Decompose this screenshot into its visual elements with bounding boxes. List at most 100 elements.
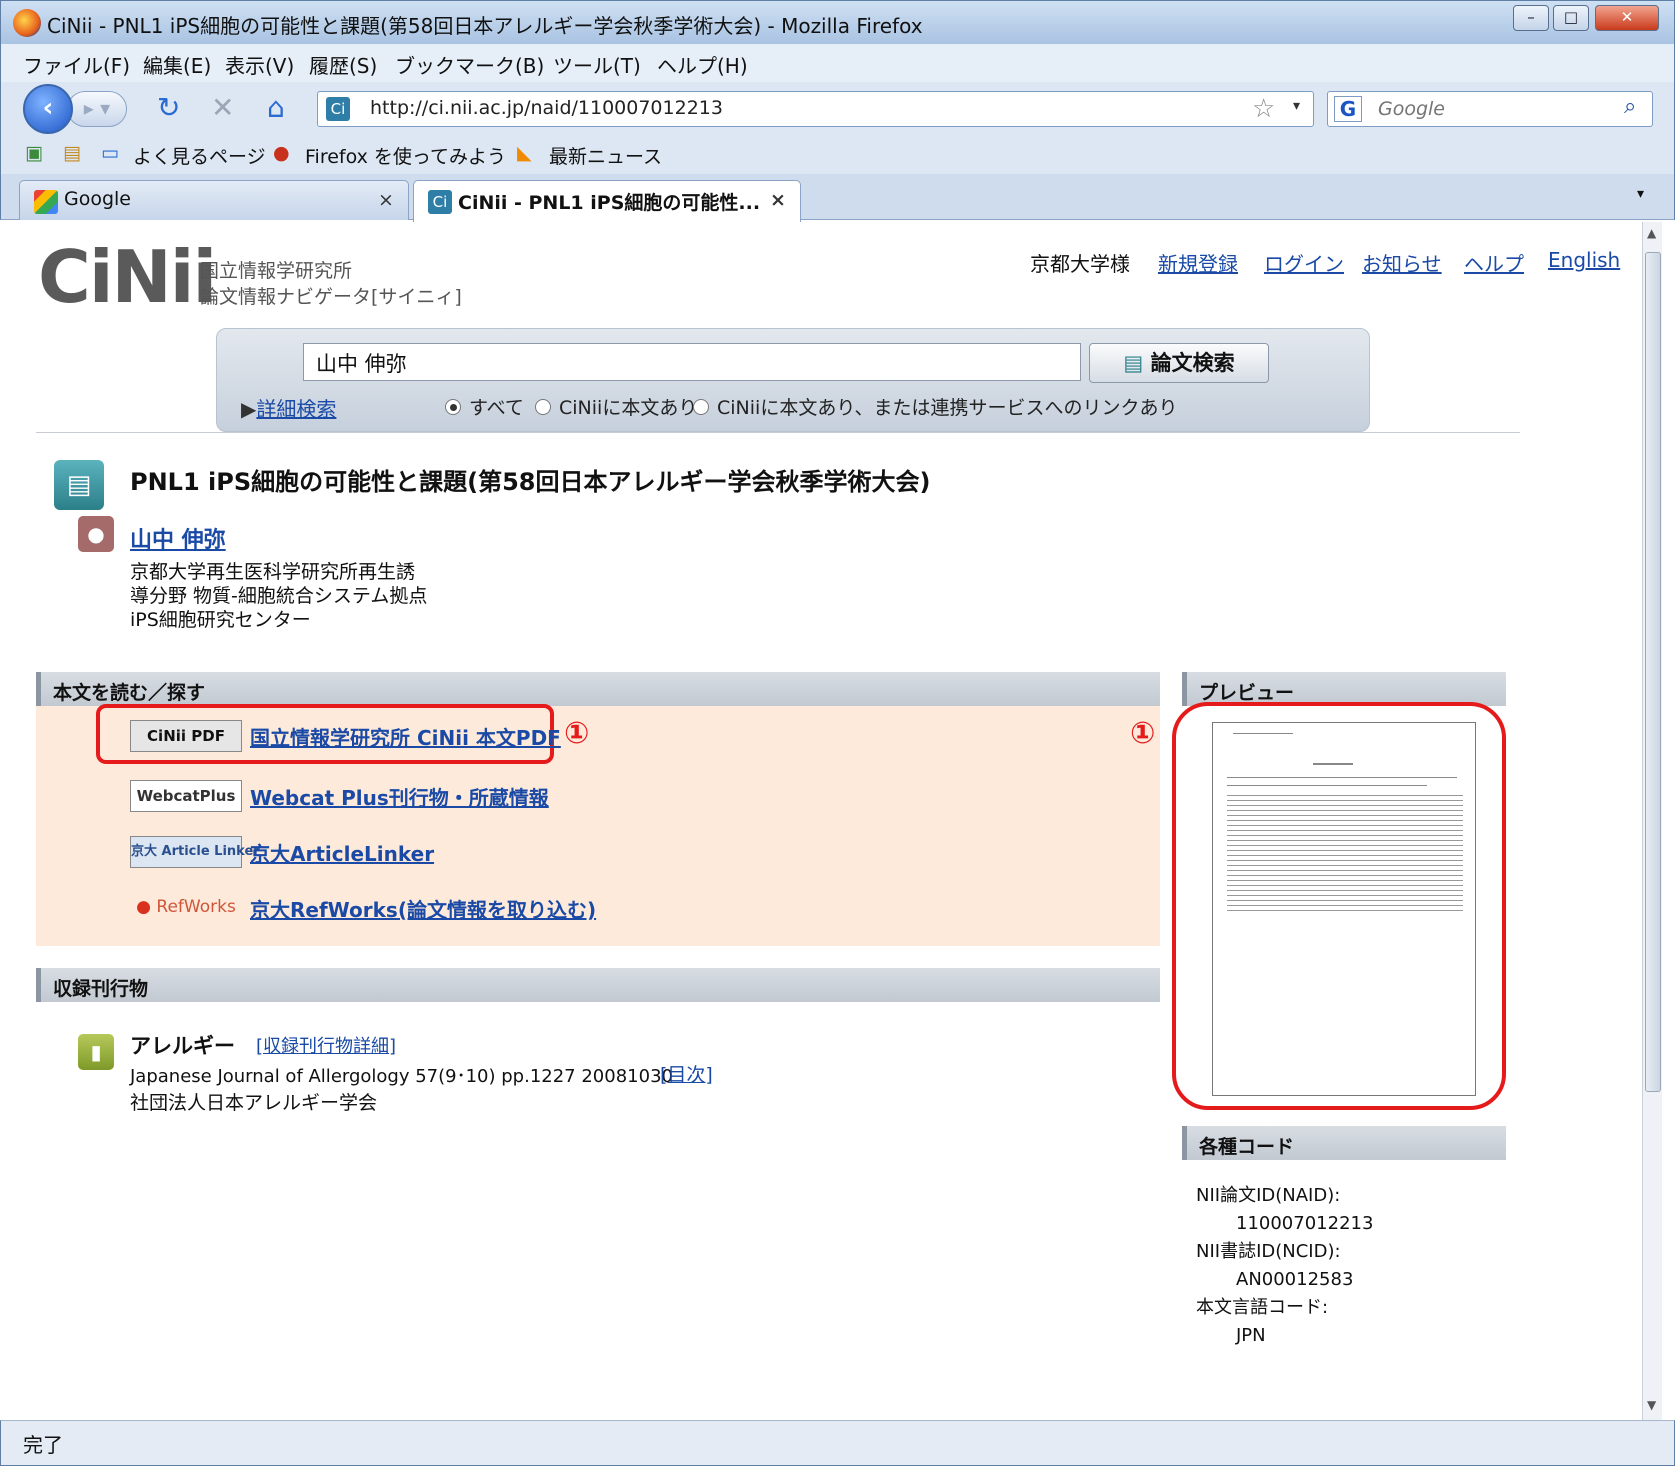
navigation-toolbar: ▸ ▾ ‹ ↻ ✕ ⌂ Ci http://ci.nii.ac.jp/naid/… bbox=[0, 82, 1675, 134]
journal-citation: Japanese Journal of Allergology 57(9･10)… bbox=[130, 1066, 673, 1087]
help-link[interactable]: ヘルプ bbox=[1464, 248, 1524, 277]
radio-icon[interactable] bbox=[535, 398, 551, 415]
scroll-thumb[interactable] bbox=[1645, 252, 1661, 1092]
cinii-logo[interactable]: CiNii bbox=[38, 241, 217, 313]
webcat-link[interactable]: Webcat Plus刊行物・所蔵情報 bbox=[250, 782, 549, 811]
article-title: PNL1 iPS細胞の可能性と課題(第58回日本アレルギー学会秋季学術大会) bbox=[130, 468, 931, 496]
register-link[interactable]: 新規登録 bbox=[1158, 248, 1238, 277]
advanced-search[interactable]: ▶詳細検索 bbox=[241, 393, 336, 422]
cinii-pdf-badge[interactable]: CiNii PDF bbox=[130, 720, 242, 752]
bookmark-most-visited[interactable]: よく見るページ bbox=[133, 142, 266, 169]
bookmark-getting-started[interactable]: Firefox を使ってみよう bbox=[305, 142, 506, 169]
menu-bookmarks[interactable]: ブックマーク(B) bbox=[395, 50, 544, 79]
radio-icon[interactable] bbox=[693, 398, 709, 415]
naid-label: NII論文ID(NAID): bbox=[1196, 1185, 1341, 1206]
tab-list-icon[interactable]: ▾ bbox=[1637, 186, 1644, 202]
logo-sub-institute: 国立情報学研究所 bbox=[200, 260, 353, 282]
rss-icon: ◣ bbox=[517, 142, 532, 164]
menu-edit[interactable]: 編集(E) bbox=[143, 50, 211, 79]
fulltext-heading: 本文を読む／探す bbox=[36, 672, 1160, 706]
menu-history[interactable]: 履歴(S) bbox=[309, 50, 377, 79]
site-identity-icon[interactable]: Ci bbox=[326, 97, 350, 121]
search-bar: G ⌕ bbox=[1327, 91, 1653, 127]
refworks-dot-icon: ● bbox=[136, 897, 157, 917]
cinii-favicon-icon: Ci bbox=[428, 190, 452, 214]
annotation-marker: ① bbox=[1130, 716, 1156, 751]
refworks-link[interactable]: 京大RefWorks(論文情報を取り込む) bbox=[250, 894, 596, 923]
author-affiliation: 京都大学再生医科学研究所再生誘導分野 物質-細胞統合システム拠点iPS細胞研究セ… bbox=[130, 561, 428, 631]
cinii-pdf-link[interactable]: 国立情報学研究所 CiNii 本文PDF bbox=[250, 722, 561, 751]
reload-icon[interactable]: ↻ bbox=[157, 92, 180, 124]
bookmark-add-icon[interactable]: ▣ bbox=[25, 142, 43, 164]
person-icon: ● bbox=[78, 516, 114, 552]
journal-detail-link[interactable]: [収録刊行物詳細] bbox=[256, 1032, 396, 1058]
codes-heading: 各種コード bbox=[1182, 1126, 1506, 1160]
radio-fulltext-or-link[interactable]: CiNiiに本文あり、または連携サービスへのリンクあり bbox=[693, 393, 1178, 420]
search-icon[interactable]: ⌕ bbox=[1624, 94, 1636, 119]
lang-value: JPN bbox=[1236, 1325, 1266, 1346]
menu-help[interactable]: ヘルプ(H) bbox=[657, 50, 748, 79]
tab-cinii[interactable]: Ci CiNii - PNL1 iPS細胞の可能性... × bbox=[413, 180, 801, 222]
menu-file[interactable]: ファイル(F) bbox=[23, 50, 130, 79]
article-search-button[interactable]: ▤ 論文検索 bbox=[1089, 343, 1269, 383]
url-dropdown-icon[interactable]: ▾ bbox=[1293, 98, 1300, 114]
author-link[interactable]: 山中 伸弥 bbox=[130, 522, 226, 554]
login-link[interactable]: ログイン bbox=[1264, 248, 1344, 277]
radio-all[interactable]: すべて bbox=[445, 393, 524, 420]
search-input[interactable] bbox=[1378, 96, 1618, 122]
tab-close-icon[interactable]: × bbox=[378, 189, 394, 211]
webcat-badge[interactable]: WebcatPlus bbox=[130, 780, 242, 812]
user-name: 京都大学様 bbox=[1030, 252, 1130, 276]
maximize-button[interactable]: □ bbox=[1553, 5, 1589, 31]
tab-google[interactable]: Google × bbox=[19, 180, 409, 220]
preview-thumbnail[interactable] bbox=[1212, 722, 1476, 1096]
codes-list: NII論文ID(NAID): 110007012213 NII書誌ID(NCID… bbox=[1196, 1182, 1373, 1350]
home-icon[interactable]: ⌂ bbox=[267, 92, 285, 124]
logo-sub-navigator: 論文情報ナビゲータ[サイニィ] bbox=[200, 286, 462, 308]
articlelinker-link[interactable]: 京大ArticleLinker bbox=[250, 838, 434, 867]
minimize-button[interactable]: – bbox=[1513, 5, 1549, 31]
logo-subtitle: 国立情報学研究所 論文情報ナビゲータ[サイニィ] bbox=[200, 258, 462, 310]
naid-value: 110007012213 bbox=[1236, 1213, 1374, 1234]
menu-tools[interactable]: ツール(T) bbox=[553, 50, 641, 79]
stop-icon[interactable]: ✕ bbox=[211, 92, 234, 124]
window-titlebar: CiNii - PNL1 iPS細胞の可能性と課題(第58回日本アレルギー学会秋… bbox=[0, 0, 1675, 44]
vertical-scrollbar[interactable]: ▲ ▼ bbox=[1642, 222, 1662, 1420]
scroll-up-icon[interactable]: ▲ bbox=[1647, 226, 1656, 240]
search-engine-icon[interactable]: G bbox=[1334, 96, 1362, 122]
menu-view[interactable]: 表示(V) bbox=[225, 50, 294, 79]
url-text[interactable]: http://ci.nii.ac.jp/naid/110007012213 bbox=[370, 97, 723, 119]
news-link[interactable]: お知らせ bbox=[1362, 248, 1442, 277]
divider bbox=[36, 432, 1520, 433]
search-panel: 山中 伸弥 ▤ 論文検索 ▶詳細検索 すべて CiNiiに本文あり CiNiiに… bbox=[216, 328, 1370, 432]
toc-link[interactable]: [目次] bbox=[660, 1060, 713, 1087]
page-icon: ▭ bbox=[101, 142, 119, 164]
refworks-badge-text: RefWorks bbox=[156, 897, 236, 917]
tab-label: CiNii - PNL1 iPS細胞の可能性... bbox=[458, 192, 761, 214]
articlelinker-badge[interactable]: 京大 Article Linker bbox=[130, 836, 260, 868]
radio-selected-icon[interactable] bbox=[445, 398, 461, 415]
folder-icon[interactable]: ▤ bbox=[63, 142, 81, 164]
fulltext-links-panel: CiNii PDF 国立情報学研究所 CiNii 本文PDF ① ① Webca… bbox=[36, 704, 1160, 946]
tab-close-icon[interactable]: × bbox=[770, 189, 786, 211]
url-bar[interactable]: Ci http://ci.nii.ac.jp/naid/110007012213… bbox=[317, 91, 1314, 127]
bookmark-star-icon[interactable]: ☆ bbox=[1252, 94, 1275, 124]
radio-fulltext-or-link-label: CiNiiに本文あり、または連携サービスへのリンクあり bbox=[717, 397, 1178, 419]
advanced-search-link[interactable]: 詳細検索 bbox=[256, 397, 336, 421]
bookmark-latest-news[interactable]: 最新ニュース bbox=[549, 142, 662, 169]
back-button[interactable]: ‹ bbox=[23, 84, 73, 134]
tab-label: Google bbox=[64, 188, 132, 210]
english-link[interactable]: English bbox=[1548, 248, 1620, 272]
forward-button[interactable]: ▸ ▾ bbox=[67, 91, 127, 127]
query-input[interactable]: 山中 伸弥 bbox=[303, 343, 1081, 381]
refworks-badge[interactable]: ● RefWorks bbox=[130, 892, 242, 924]
annotation-marker: ① bbox=[564, 716, 590, 751]
page-content: CiNii 国立情報学研究所 論文情報ナビゲータ[サイニィ] 京都大学様 新規登… bbox=[14, 222, 1642, 1420]
triangle-right-icon: ▶ bbox=[241, 397, 257, 421]
radio-fulltext[interactable]: CiNiiに本文あり bbox=[535, 393, 697, 420]
journal-heading: 収録刊行物 bbox=[36, 968, 1160, 1002]
document-icon: ▤ bbox=[1123, 351, 1151, 375]
ncid-value: AN00012583 bbox=[1236, 1269, 1354, 1290]
close-window-button[interactable]: ✕ bbox=[1595, 5, 1659, 31]
scroll-down-icon[interactable]: ▼ bbox=[1647, 1398, 1656, 1412]
